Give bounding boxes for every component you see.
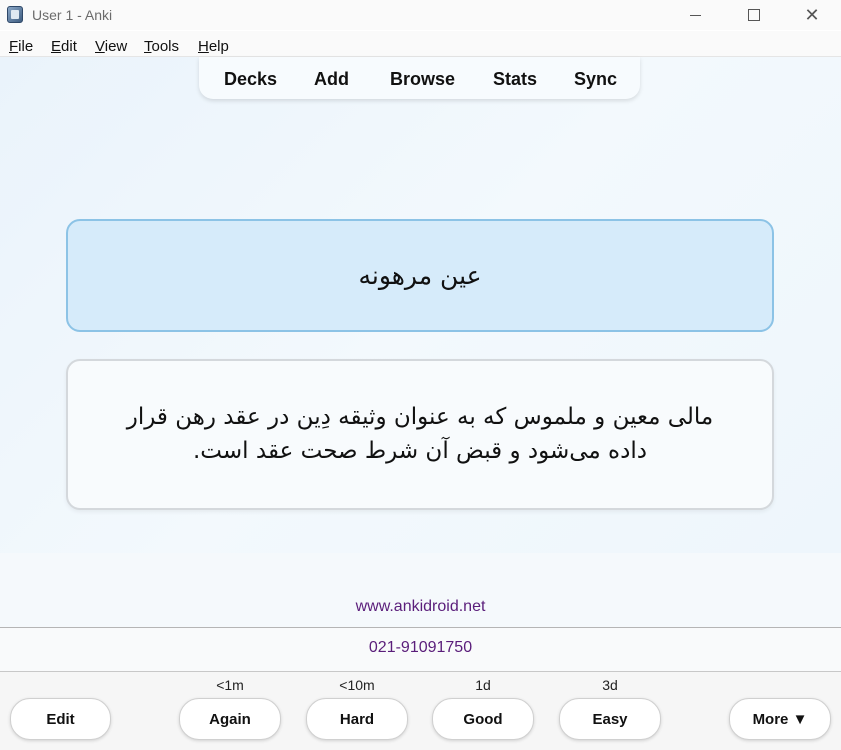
maximize-icon: [748, 9, 760, 21]
answer-bar: <1m <10m 1d 3d Edit Again Hard Good Easy…: [0, 672, 841, 750]
more-button[interactable]: More ▼: [729, 698, 831, 740]
sync-button[interactable]: Sync: [574, 69, 617, 90]
card-back-text: مالی معین و ملموس که به عنوان وثیقه دِین…: [126, 404, 714, 464]
good-interval: 1d: [475, 677, 491, 693]
close-button[interactable]: ✕: [783, 0, 841, 30]
browse-button[interactable]: Browse: [390, 69, 455, 90]
review-area: Decks Add Browse Stats Sync عین مرهونه م…: [0, 57, 841, 553]
main-toolbar: Decks Add Browse Stats Sync: [199, 57, 640, 99]
card-front-text: عین مرهونه: [358, 261, 482, 290]
good-button[interactable]: Good: [432, 698, 534, 740]
maximize-button[interactable]: [725, 0, 783, 30]
title-bar: User 1 - Anki ✕: [0, 0, 841, 30]
menu-bar: File Edit View Tools Help: [0, 31, 841, 57]
close-icon: ✕: [804, 5, 820, 25]
menu-edit[interactable]: Edit: [51, 38, 77, 55]
menu-help[interactable]: Help: [198, 38, 229, 55]
easy-interval: 3d: [602, 677, 618, 693]
stats-button[interactable]: Stats: [493, 69, 537, 90]
card-back: مالی معین و ملموس که به عنوان وثیقه دِین…: [66, 359, 774, 510]
again-button[interactable]: Again: [179, 698, 281, 740]
add-button[interactable]: Add: [314, 69, 349, 90]
again-interval: <1m: [216, 677, 244, 693]
hard-interval: <10m: [339, 677, 375, 693]
menu-tools[interactable]: Tools: [144, 38, 179, 55]
menu-file[interactable]: File: [9, 38, 33, 55]
phone-number: 021-91091750: [368, 639, 473, 656]
decks-button[interactable]: Decks: [224, 69, 277, 90]
website-link[interactable]: www.ankidroid.net: [0, 598, 841, 616]
phone-area: 021-91091750: [0, 628, 841, 671]
footer-area: www.ankidroid.net: [0, 553, 841, 627]
minimize-button[interactable]: [666, 0, 724, 30]
window-title: User 1 - Anki: [32, 7, 113, 23]
menu-view[interactable]: View: [95, 38, 127, 55]
easy-button[interactable]: Easy: [559, 698, 661, 740]
anki-app-icon: [7, 6, 23, 23]
hard-button[interactable]: Hard: [306, 698, 408, 740]
card-front: عین مرهونه: [66, 219, 774, 332]
minimize-icon: [689, 14, 701, 16]
edit-button[interactable]: Edit: [10, 698, 111, 740]
